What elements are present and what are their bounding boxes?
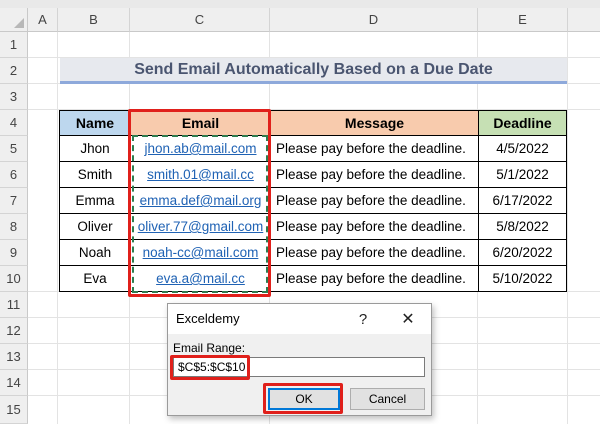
- cell-deadline[interactable]: 6/17/2022: [478, 187, 567, 214]
- cell-message[interactable]: Please pay before the deadline.: [270, 187, 479, 214]
- row-header-8[interactable]: 8: [0, 214, 28, 240]
- cell-name[interactable]: Oliver: [59, 213, 131, 240]
- cell-deadline[interactable]: 5/1/2022: [478, 161, 567, 188]
- header-name[interactable]: Name: [59, 110, 131, 136]
- column-header-f-partial[interactable]: [568, 8, 600, 32]
- cell-name[interactable]: Noah: [59, 239, 131, 266]
- column-header-c[interactable]: C: [130, 8, 270, 32]
- sheet-title[interactable]: Send Email Automatically Based on a Due …: [60, 58, 567, 84]
- help-icon[interactable]: ?: [352, 308, 374, 330]
- cell-name[interactable]: Jhon: [59, 135, 131, 162]
- input-highlight: [170, 355, 250, 380]
- select-all-triangle-icon: [14, 18, 24, 28]
- column-header-b[interactable]: B: [58, 8, 130, 32]
- email-column-highlight: [128, 109, 271, 297]
- ribbon-edge: [0, 0, 600, 8]
- cell-name[interactable]: Eva: [59, 265, 131, 292]
- select-all-corner[interactable]: [0, 8, 28, 32]
- cell-deadline[interactable]: 6/20/2022: [478, 239, 567, 266]
- email-range-label: Email Range:: [173, 341, 246, 355]
- cell-deadline[interactable]: 5/10/2022: [478, 265, 567, 292]
- cell-deadline[interactable]: 4/5/2022: [478, 135, 567, 162]
- row-header-2[interactable]: 2: [0, 58, 28, 84]
- cell-message[interactable]: Please pay before the deadline.: [270, 265, 479, 292]
- cell-message[interactable]: Please pay before the deadline.: [270, 135, 479, 162]
- gridline: [567, 32, 568, 424]
- column-header-d[interactable]: D: [270, 8, 478, 32]
- row-header-14[interactable]: 14: [0, 370, 28, 396]
- cell-message[interactable]: Please pay before the deadline.: [270, 239, 479, 266]
- dialog-title: Exceldemy: [176, 311, 240, 326]
- row-header-15[interactable]: 15: [0, 396, 28, 424]
- cell-deadline[interactable]: 5/8/2022: [478, 213, 567, 240]
- header-message[interactable]: Message: [270, 110, 479, 136]
- row-header-10[interactable]: 10: [0, 266, 28, 292]
- close-icon[interactable]: ✕: [396, 308, 420, 330]
- cell-name[interactable]: Smith: [59, 161, 131, 188]
- row-header-13[interactable]: 13: [0, 344, 28, 370]
- cell-message[interactable]: Please pay before the deadline.: [270, 213, 479, 240]
- row-header-7[interactable]: 7: [0, 188, 28, 214]
- row-header-9[interactable]: 9: [0, 240, 28, 266]
- column-header-a[interactable]: A: [28, 8, 58, 32]
- row-header-11[interactable]: 11: [0, 292, 28, 318]
- row-header-12[interactable]: 12: [0, 318, 28, 344]
- row-header-4[interactable]: 4: [0, 110, 28, 136]
- ok-button-highlight: [263, 383, 343, 414]
- row-header-3[interactable]: 3: [0, 84, 28, 110]
- gridline: [57, 32, 58, 424]
- cancel-button[interactable]: Cancel: [350, 388, 425, 410]
- cell-name[interactable]: Emma: [59, 187, 131, 214]
- row-header-6[interactable]: 6: [0, 162, 28, 188]
- header-deadline[interactable]: Deadline: [478, 110, 567, 136]
- row-header-1[interactable]: 1: [0, 32, 28, 58]
- cell-message[interactable]: Please pay before the deadline.: [270, 161, 479, 188]
- column-header-e[interactable]: E: [478, 8, 568, 32]
- row-header-5[interactable]: 5: [0, 136, 28, 162]
